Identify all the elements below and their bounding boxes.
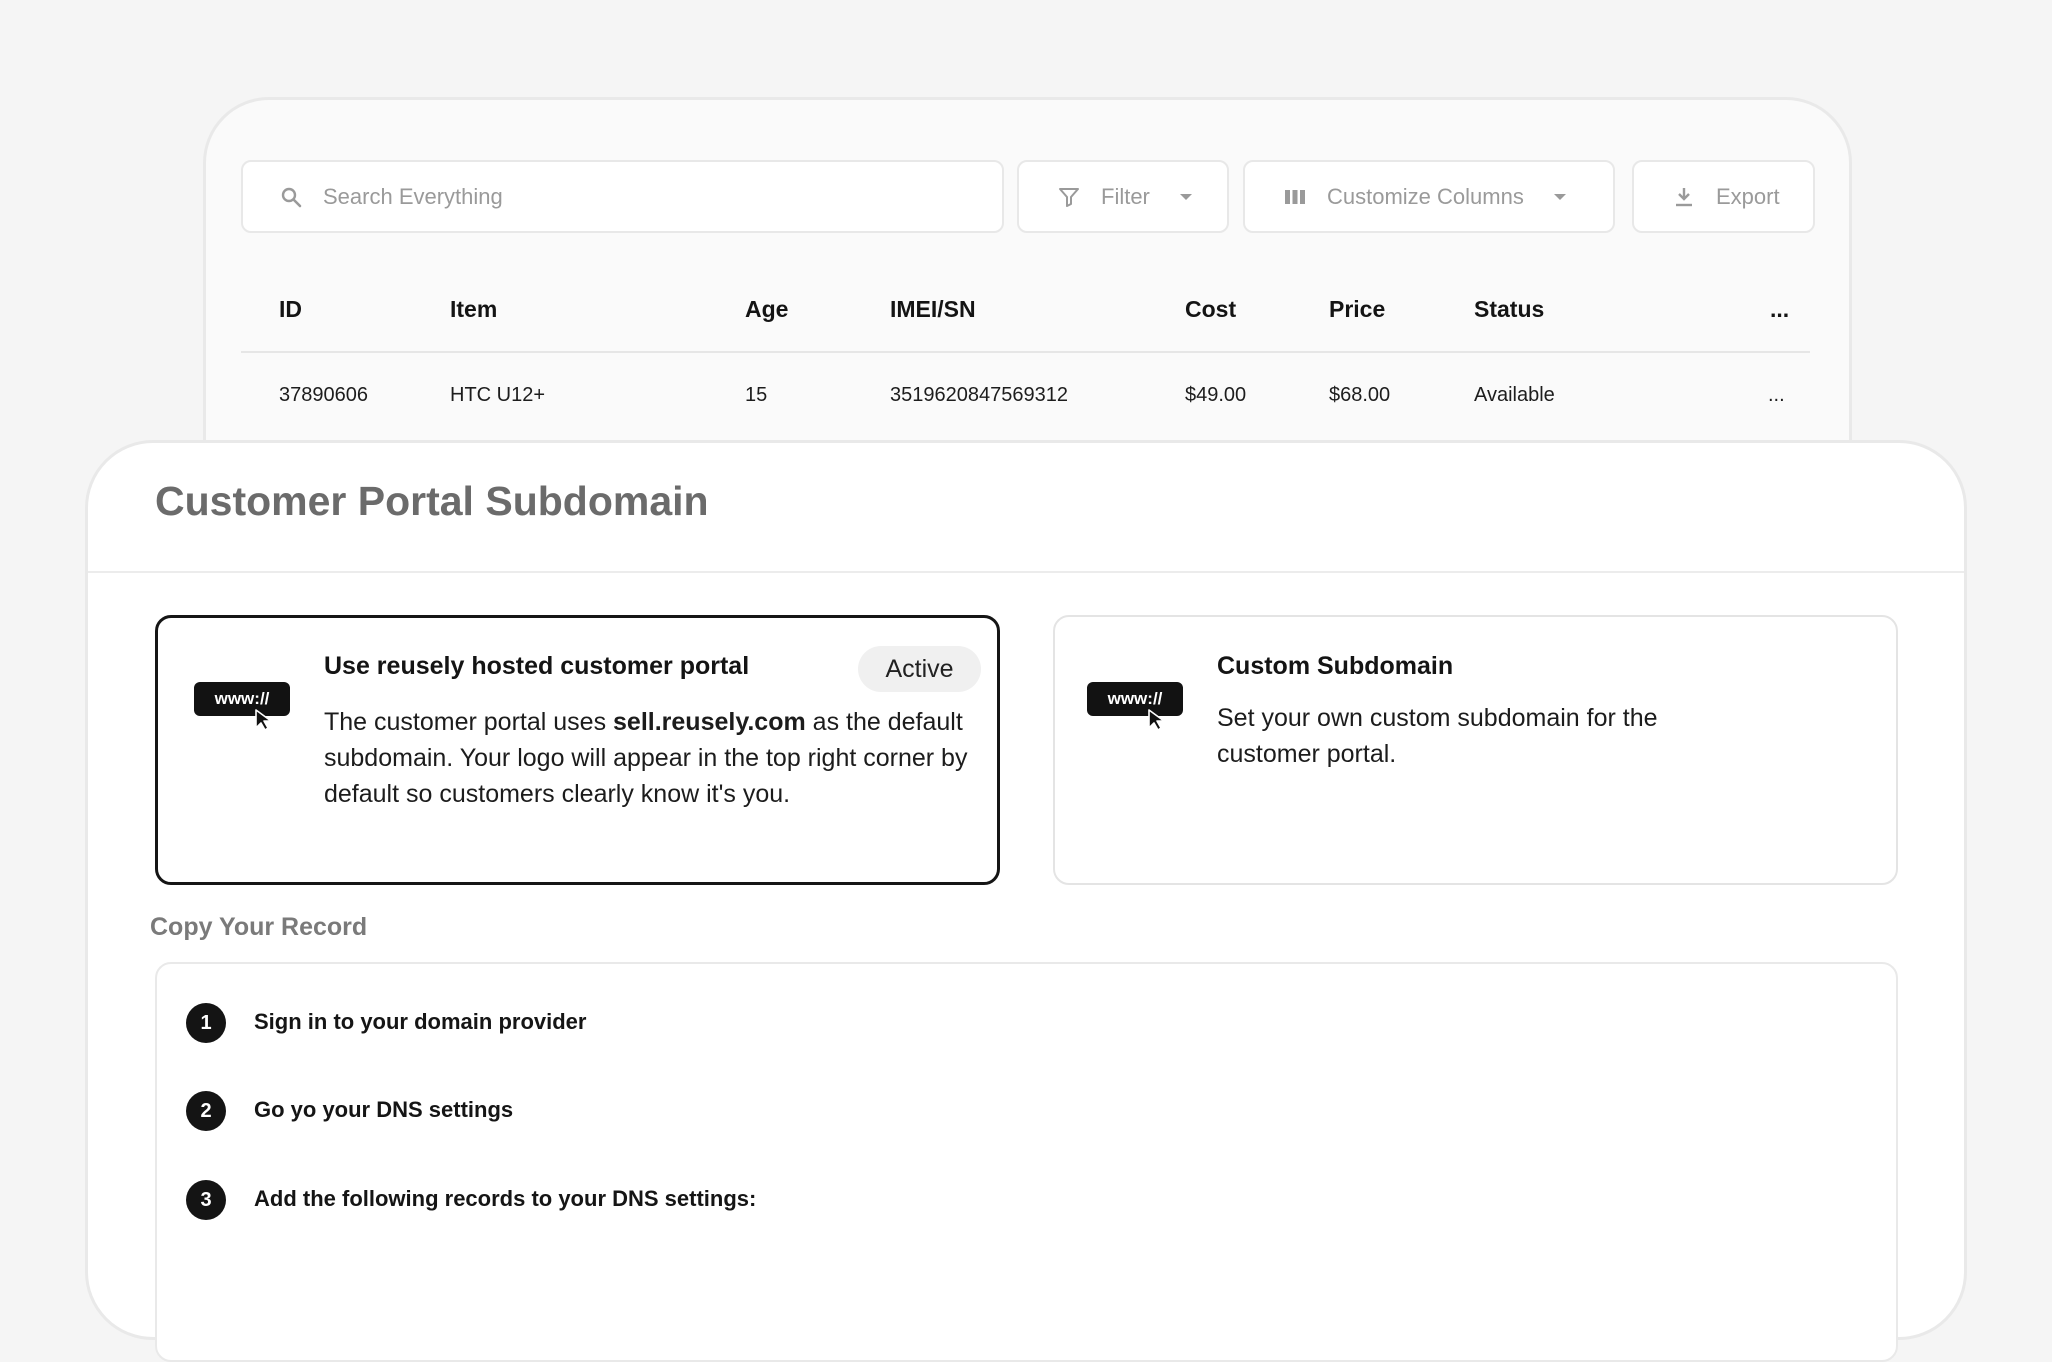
column-header-status[interactable]: Status bbox=[1474, 296, 1544, 323]
column-header-age[interactable]: Age bbox=[745, 296, 788, 323]
cell-imei: 3519620847569312 bbox=[890, 384, 1068, 406]
cell-id: 37890606 bbox=[279, 384, 368, 406]
cell-item: HTC U12+ bbox=[450, 384, 546, 406]
column-header-cost[interactable]: Cost bbox=[1185, 296, 1236, 323]
chevron-down-icon bbox=[1179, 193, 1192, 200]
chevron-down-icon bbox=[1553, 193, 1566, 200]
export-label: Export bbox=[1716, 183, 1780, 209]
header-divider bbox=[88, 571, 1964, 573]
table-header-divider bbox=[241, 351, 1810, 353]
cell-age: 15 bbox=[745, 384, 768, 406]
column-header-imei[interactable]: IMEI/SN bbox=[890, 296, 976, 323]
hosted-portal-title: Use reusely hosted customer portal bbox=[324, 652, 750, 680]
step-text: Add the following records to your DNS se… bbox=[254, 1186, 757, 1211]
default-subdomain: sell.reusely.com bbox=[613, 708, 806, 736]
download-icon bbox=[1672, 185, 1696, 209]
web-address-icon: www:// bbox=[1087, 682, 1183, 731]
status-badge: Active bbox=[858, 646, 981, 692]
step-number: 3 bbox=[186, 1180, 226, 1220]
filter-icon bbox=[1057, 185, 1081, 209]
column-header-price[interactable]: Price bbox=[1329, 296, 1385, 323]
columns-icon bbox=[1283, 185, 1307, 209]
column-header-more[interactable]: ... bbox=[1770, 296, 1789, 323]
copy-record-title: Copy Your Record bbox=[150, 913, 368, 941]
export-button[interactable]: Export bbox=[1632, 160, 1815, 233]
page-title: Customer Portal Subdomain bbox=[155, 478, 709, 524]
cell-price: $68.00 bbox=[1329, 384, 1391, 406]
custom-subdomain-title: Custom Subdomain bbox=[1217, 652, 1454, 680]
cell-status: Available bbox=[1474, 384, 1555, 406]
search-input[interactable]: Search Everything bbox=[241, 160, 1004, 233]
customize-columns-button[interactable]: Customize Columns bbox=[1243, 160, 1615, 233]
web-address-icon-text: www:// bbox=[214, 689, 270, 708]
hosted-portal-description: The customer portal uses sell.reusely.co… bbox=[324, 708, 968, 808]
filter-label: Filter bbox=[1101, 183, 1150, 209]
filter-button[interactable]: Filter bbox=[1017, 160, 1229, 233]
step-text: Sign in to your domain provider bbox=[254, 1009, 587, 1034]
column-header-id[interactable]: ID bbox=[279, 296, 302, 323]
cell-cost: $49.00 bbox=[1185, 384, 1247, 406]
step-text: Go yo your DNS settings bbox=[254, 1097, 514, 1122]
step-number: 1 bbox=[186, 1003, 226, 1043]
custom-subdomain-description: Set your own custom subdomain for the cu… bbox=[1217, 704, 1658, 768]
web-address-icon-text: www:// bbox=[1107, 689, 1163, 708]
search-placeholder: Search Everything bbox=[323, 183, 503, 209]
row-more-menu[interactable]: ... bbox=[1768, 384, 1785, 407]
step-number: 2 bbox=[186, 1091, 226, 1131]
columns-label: Customize Columns bbox=[1327, 183, 1524, 209]
web-address-icon: www:// bbox=[194, 682, 290, 731]
search-icon bbox=[279, 185, 303, 209]
column-header-item[interactable]: Item bbox=[450, 296, 497, 323]
